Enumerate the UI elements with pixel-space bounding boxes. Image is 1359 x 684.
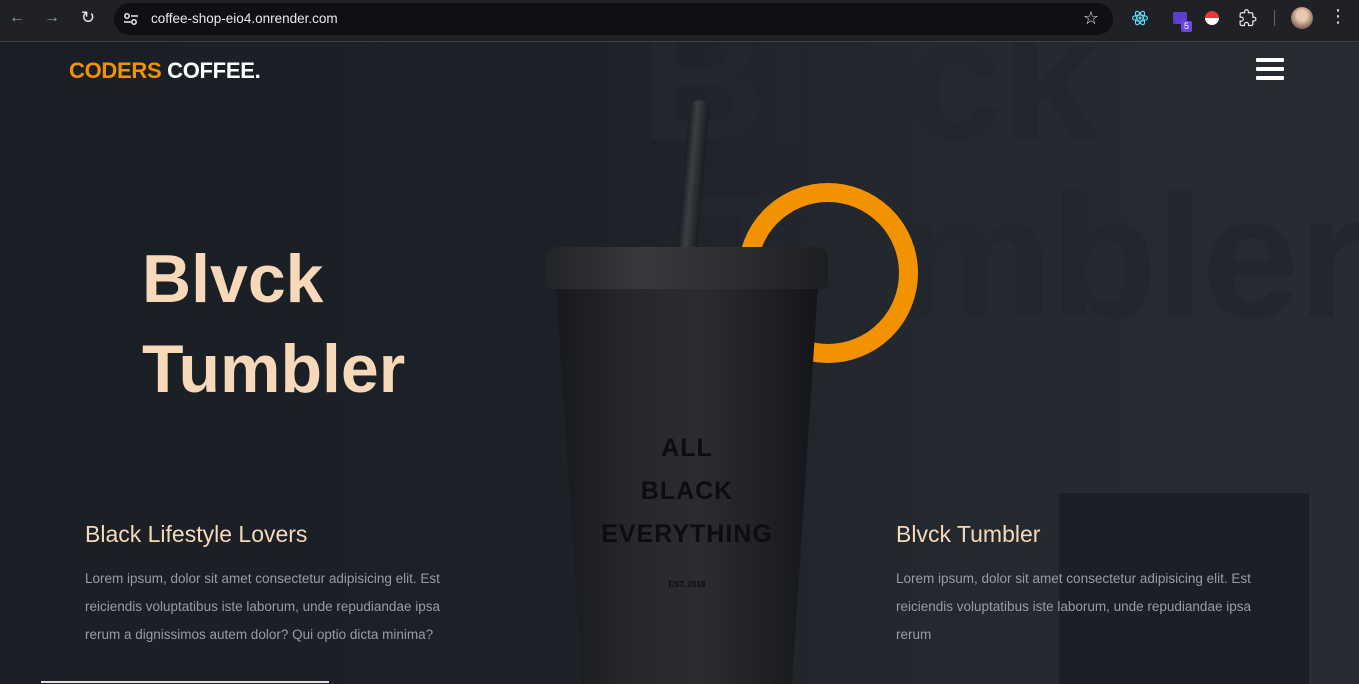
tumbler-lid [546, 247, 828, 289]
pokeball-shape [1204, 10, 1220, 26]
browser-toolbar: ← → ↻ coffee-shop-eio4.onrender.com ☆ 5 … [0, 0, 1359, 42]
hero-section: Blvck Tumbler CODERS COFFEE. Blvck Tumbl… [0, 42, 1359, 684]
card-text-tumbler: Lorem ipsum, dolor sit amet consectetur … [896, 571, 1251, 642]
cup-print-line3: EVERYTHING [601, 520, 773, 548]
hamburger-bar [1256, 58, 1284, 62]
scroll-progress-line [41, 681, 329, 683]
site-logo[interactable]: CODERS COFFEE. [69, 58, 261, 84]
browser-menu-icon[interactable]: ⋮ [1328, 6, 1348, 27]
cup-est-label: EST. 2018 [668, 580, 706, 589]
hero-title-line2: Tumbler [142, 331, 406, 407]
extension-badge-count: 5 [1180, 21, 1192, 32]
background-word-top: Blvck [640, 42, 1099, 177]
cup-print-line2: BLACK [640, 477, 734, 505]
card-title-tumbler: Blvck Tumbler [896, 521, 1041, 547]
toolbar-separator [1274, 10, 1275, 26]
pokeball-icon[interactable] [1200, 6, 1224, 30]
react-icon[interactable] [1128, 6, 1152, 30]
address-bar[interactable]: coffee-shop-eio4.onrender.com ☆ [114, 3, 1113, 35]
profile-avatar[interactable] [1291, 7, 1313, 29]
hero-title-line1: Blvck [142, 241, 324, 317]
hamburger-menu-icon[interactable] [1256, 58, 1284, 80]
forward-icon[interactable]: → [38, 6, 66, 30]
bookmark-star-icon[interactable]: ☆ [1083, 8, 1099, 29]
hero-title: Blvck Tumbler [142, 234, 405, 414]
hamburger-bar [1256, 67, 1284, 71]
cup-print-line1: ALL [661, 434, 713, 462]
url-text[interactable]: coffee-shop-eio4.onrender.com [151, 11, 338, 26]
extension-badge-icon[interactable]: 5 [1168, 6, 1192, 32]
logo-primary: CODERS [69, 58, 162, 83]
card-text-lifestyle: Lorem ipsum, dolor sit amet consectetur … [85, 571, 440, 642]
logo-secondary: COFFEE. [167, 58, 261, 83]
card-title-lifestyle: Black Lifestyle Lovers [85, 521, 308, 547]
reload-icon[interactable]: ↻ [74, 6, 102, 30]
cup-print: ALL BLACK EVERYTHING [556, 427, 818, 556]
back-icon[interactable]: ← [3, 6, 31, 30]
site-info-icon[interactable] [122, 10, 140, 28]
puzzle-icon[interactable] [1236, 6, 1260, 30]
hamburger-bar [1256, 76, 1284, 80]
